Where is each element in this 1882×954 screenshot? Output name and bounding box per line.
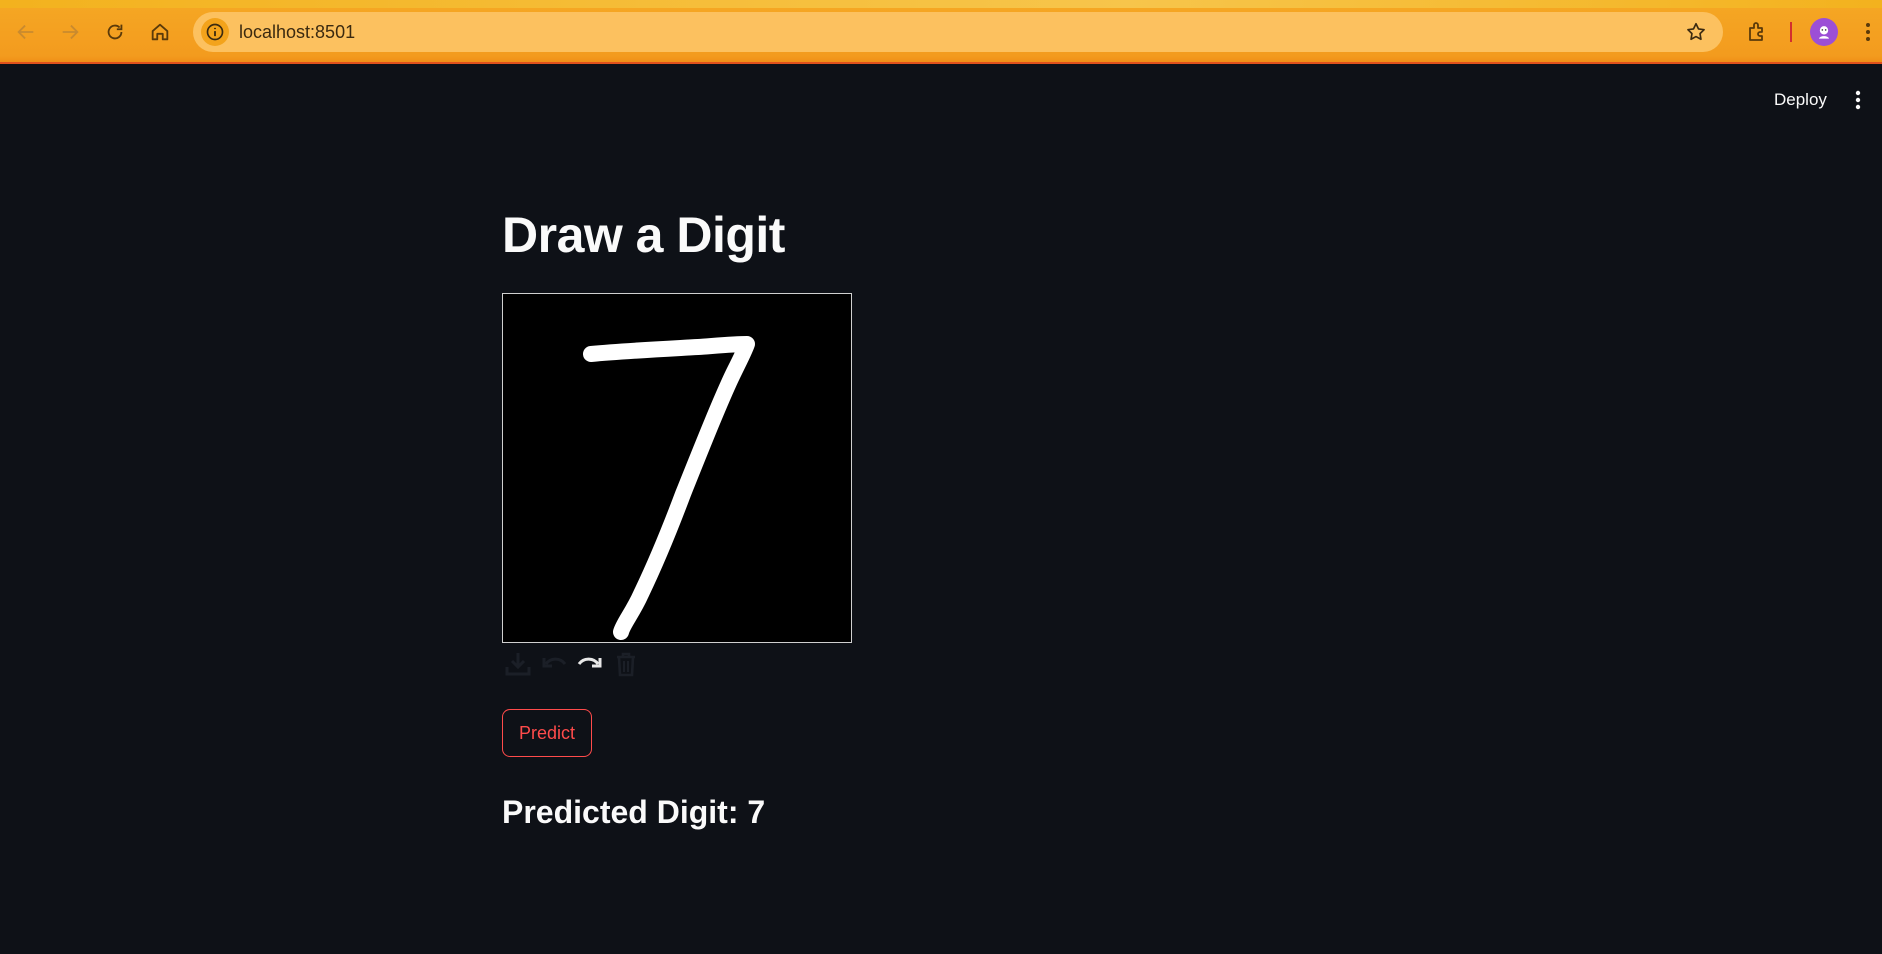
site-info-icon[interactable] <box>201 18 229 46</box>
canvas-toolbar <box>502 648 642 680</box>
page-title: Draw a Digit <box>502 207 785 263</box>
prediction-result: Predicted Digit: 7 <box>502 794 766 830</box>
reload-button[interactable] <box>99 16 131 48</box>
predict-button[interactable]: Predict <box>502 709 592 757</box>
address-bar[interactable]: localhost:8501 <box>193 12 1723 52</box>
browser-menu-icon[interactable] <box>1860 18 1876 46</box>
deploy-button[interactable]: Deploy <box>1766 86 1835 114</box>
drawn-stroke <box>583 336 755 640</box>
undo-icon[interactable] <box>538 648 570 680</box>
bookmark-star-icon[interactable] <box>1685 21 1707 43</box>
forward-icon <box>62 24 79 40</box>
redo-icon[interactable] <box>574 648 606 680</box>
download-icon[interactable] <box>502 648 534 680</box>
trash-icon[interactable] <box>610 648 642 680</box>
tab-strip <box>0 0 1882 8</box>
profile-avatar[interactable] <box>1810 18 1838 46</box>
home-button[interactable] <box>144 16 176 48</box>
back-icon <box>17 24 34 40</box>
url-text[interactable]: localhost:8501 <box>239 22 355 43</box>
reload-icon <box>107 24 123 40</box>
drawing-canvas[interactable] <box>502 293 852 643</box>
back-button[interactable] <box>10 16 42 48</box>
extensions-icon[interactable] <box>1745 20 1769 44</box>
home-icon <box>151 23 169 41</box>
browser-toolbar: localhost:8501 <box>0 0 1882 64</box>
forward-button[interactable] <box>54 16 86 48</box>
toolbar-divider <box>1790 22 1792 42</box>
app-menu-icon[interactable] <box>1846 88 1870 112</box>
